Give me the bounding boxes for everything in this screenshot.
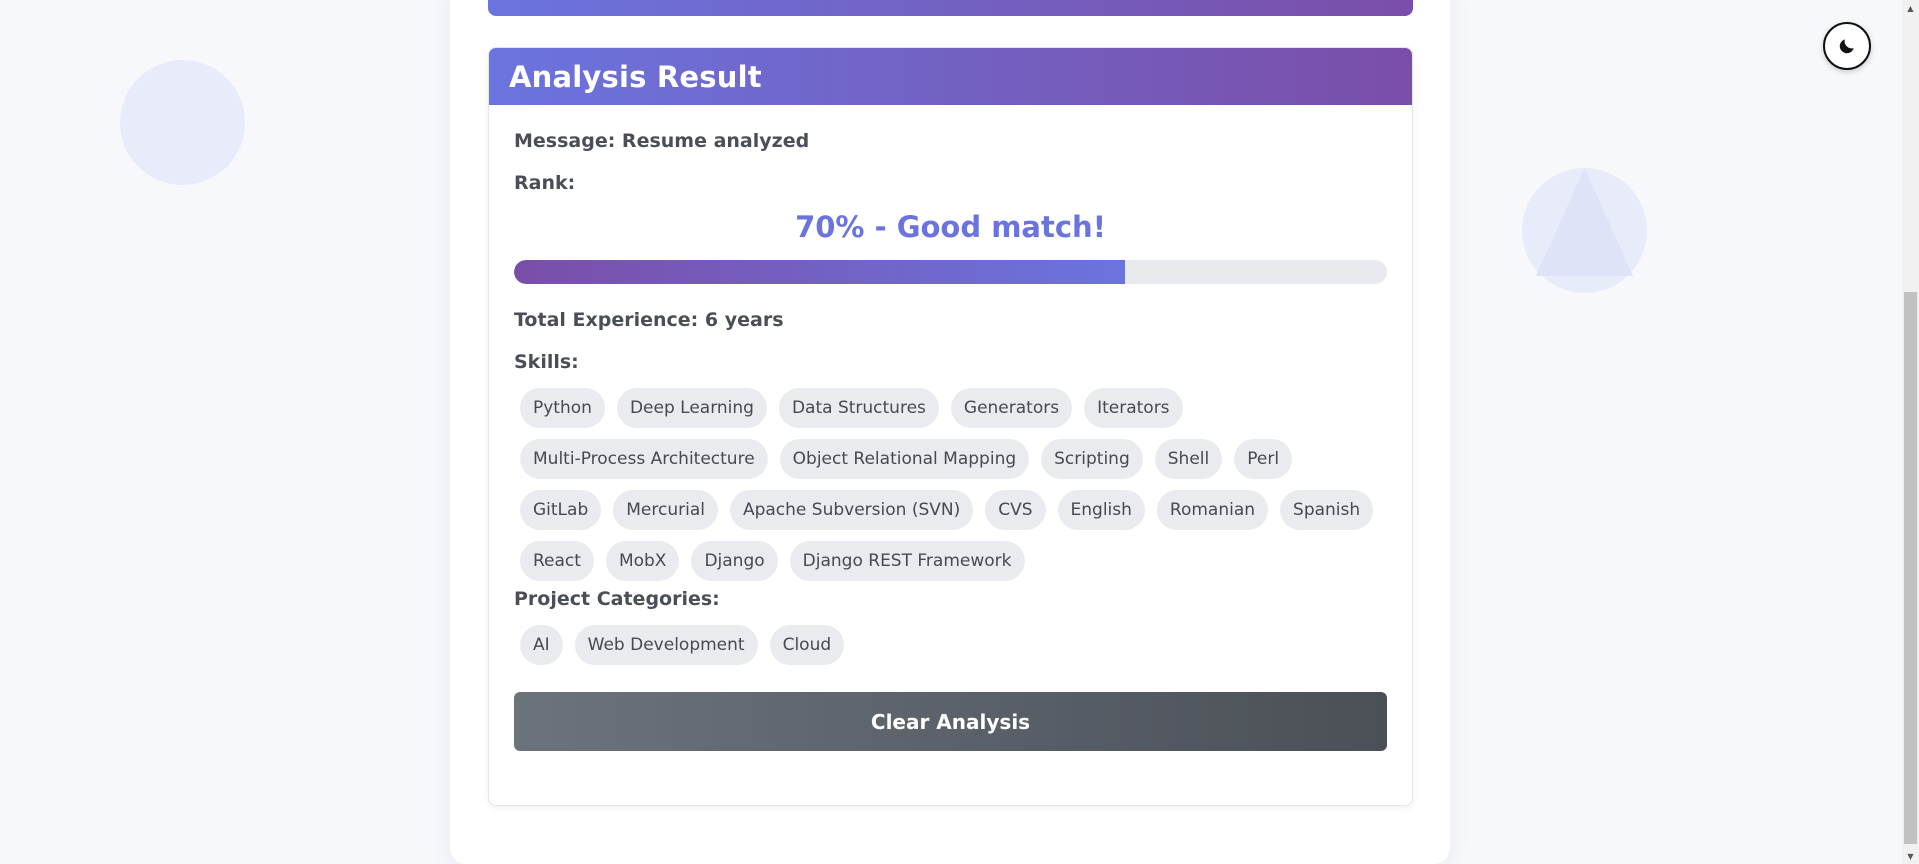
- rank-progress-bar: [514, 260, 1387, 284]
- skill-chip: Spanish: [1280, 490, 1374, 530]
- analysis-result-body: Message: Resume analyzed Rank: 70% - Goo…: [489, 105, 1412, 751]
- skill-chip: Data Structures: [778, 388, 939, 428]
- rank-value: 70% - Good match!: [795, 210, 1106, 244]
- theme-toggle-button[interactable]: [1823, 22, 1871, 70]
- rank-label: Rank:: [514, 172, 576, 194]
- skill-chip: Shell: [1154, 439, 1223, 479]
- decorative-triangle-circle: [1522, 168, 1647, 293]
- skills-list: Python Deep Learning Data Structures Genera…: [514, 388, 1380, 581]
- skill-chip: Django REST Framework: [789, 541, 1025, 581]
- rank-progress-fill: [514, 260, 1126, 284]
- skill-chip: Generators: [950, 388, 1073, 428]
- decorative-circle: [120, 60, 245, 185]
- skill-chip: Django: [691, 541, 778, 581]
- skill-chip: Multi-Process Architecture: [520, 439, 768, 479]
- skill-chip: Object Relational Mapping: [779, 439, 1030, 479]
- skill-chip: React: [520, 541, 594, 581]
- skill-chip: Iterators: [1084, 388, 1183, 428]
- skill-chip: Perl: [1234, 439, 1293, 479]
- skill-chip: CVS: [985, 490, 1046, 530]
- scrollbar-thumb[interactable]: [1904, 292, 1917, 844]
- project-categories-label: Project Categories:: [514, 588, 720, 610]
- analysis-result-title: Analysis Result: [509, 59, 762, 94]
- skills-label: Skills:: [514, 351, 579, 373]
- skill-chip: Deep Learning: [616, 388, 767, 428]
- scroll-up-arrow-icon[interactable]: ▲: [1902, 0, 1919, 16]
- skill-chip: Mercurial: [613, 490, 718, 530]
- category-chip: Web Development: [574, 625, 758, 665]
- skill-chip: English: [1057, 490, 1145, 530]
- message-text: Message: Resume analyzed: [514, 130, 810, 152]
- page: Analysis Result Message: Resume analyzed…: [0, 0, 1919, 864]
- category-chip: Cloud: [769, 625, 845, 665]
- previous-section-header: [488, 0, 1413, 16]
- analysis-result-card: Analysis Result Message: Resume analyzed…: [488, 47, 1413, 806]
- experience-text: Total Experience: 6 years: [514, 309, 784, 331]
- skill-chip: Apache Subversion (SVN): [729, 490, 974, 530]
- skill-chip: GitLab: [520, 490, 602, 530]
- clear-analysis-button[interactable]: Clear Analysis: [514, 692, 1387, 751]
- project-categories-list: AI Web Development Cloud: [514, 625, 1380, 665]
- analysis-result-header: Analysis Result: [489, 48, 1412, 105]
- page-scrollbar[interactable]: ▲ ▼: [1902, 0, 1919, 864]
- skill-chip: Python: [520, 388, 605, 428]
- category-chip: AI: [520, 625, 563, 665]
- scroll-down-arrow-icon[interactable]: ▼: [1902, 848, 1919, 864]
- moon-icon: [1839, 39, 1854, 54]
- skill-chip: MobX: [605, 541, 680, 581]
- skill-chip: Romanian: [1156, 490, 1269, 530]
- skill-chip: Scripting: [1041, 439, 1143, 479]
